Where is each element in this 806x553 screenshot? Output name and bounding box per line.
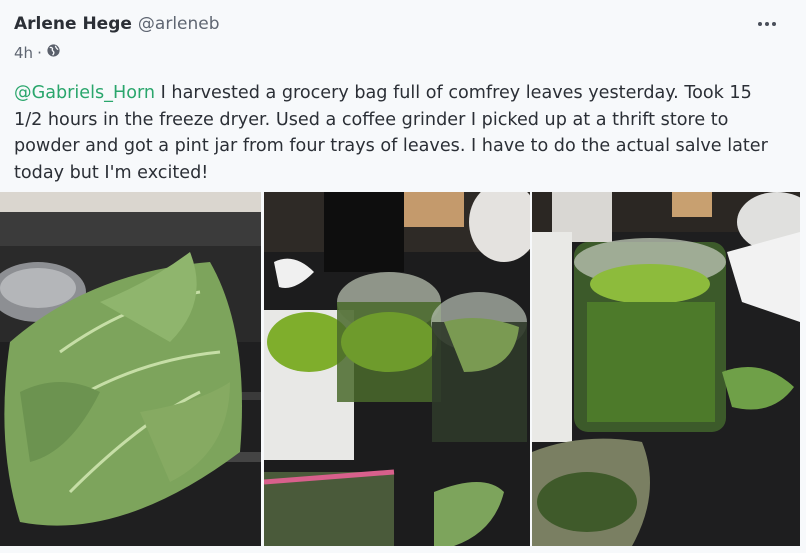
globe-icon bbox=[46, 43, 61, 62]
image-gallery bbox=[0, 192, 800, 546]
post-meta: 4h · bbox=[14, 43, 61, 62]
photo-pint-jar[interactable] bbox=[532, 192, 800, 546]
mention-link[interactable]: @Gabriels_Horn bbox=[14, 83, 155, 103]
photo-leaves-tray[interactable] bbox=[0, 192, 261, 546]
user-handle[interactable]: @arleneb bbox=[138, 14, 220, 34]
post-card: Arlene Hege @arleneb 4h · @Gabriels_Horn … bbox=[0, 0, 806, 553]
timestamp[interactable]: 4h bbox=[14, 44, 33, 62]
meta-separator: · bbox=[37, 43, 42, 62]
display-name[interactable]: Arlene Hege bbox=[14, 14, 132, 34]
photo-grinder-jars[interactable] bbox=[264, 192, 530, 546]
more-dots-icon[interactable] bbox=[754, 14, 780, 34]
post-content: @Gabriels_Horn I harvested a grocery bag… bbox=[14, 80, 774, 186]
